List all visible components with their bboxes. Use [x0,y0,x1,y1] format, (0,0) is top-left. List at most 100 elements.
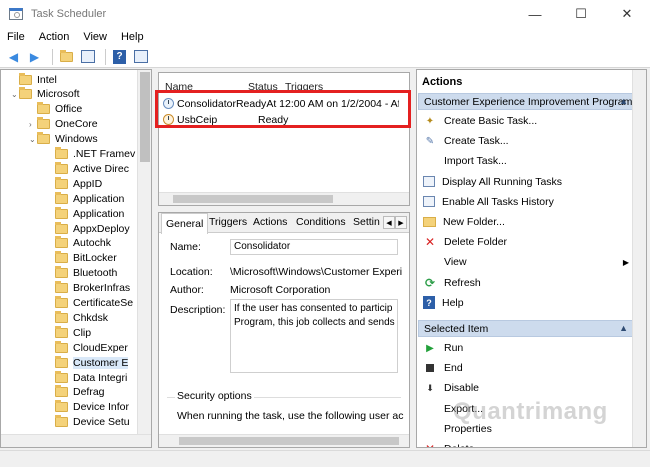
tree-item[interactable]: Chkdsk [47,310,108,325]
details-horizontal-scrollbar[interactable] [159,434,409,447]
collapse-icon[interactable]: ▲ [619,323,628,333]
tree-item-label: AppID [73,177,103,190]
name-field[interactable]: Consolidator [230,239,398,255]
minimize-button[interactable]: — [512,0,558,28]
action-label: Create Basic Task... [444,115,538,127]
tree-item[interactable]: AppxDeploy [47,221,130,236]
tree-item[interactable]: CertificateSe [47,296,133,311]
tab-scroll-right-icon[interactable]: ▶ [395,216,407,229]
tree-item[interactable]: › OneCore [29,117,98,132]
end-icon [426,364,434,373]
tree-item-label: Data Integri [73,371,128,384]
action-create-basic-task[interactable]: ✦ Create Basic Task... [423,113,635,129]
scrollbar-thumb[interactable] [173,195,333,203]
running-tasks-icon [423,176,435,188]
show-hide-action-pane-icon[interactable] [132,49,149,65]
folder-tree[interactable]: Intel ⌄ Microsoft Office › OneCore ⌄ Windows .NE… [0,69,152,448]
action-label: New Folder... [443,216,505,228]
author-value: Microsoft Corporation [230,284,331,296]
folder-icon [55,251,68,264]
tree-item[interactable]: Intel [11,72,57,87]
tree-item[interactable]: Customer E [47,355,129,370]
description-field[interactable]: If the user has consented to particip Pr… [230,299,398,373]
action-disable[interactable]: ⬇ Disable [423,380,635,396]
tree-item[interactable]: .NET Framev [47,147,135,162]
menu-help[interactable]: Help [114,31,151,43]
tree-item[interactable]: AppID [47,176,102,191]
forward-arrow-icon[interactable]: ▶ [26,49,43,65]
tree-item[interactable]: Autochk [47,236,111,251]
menu-action[interactable]: Action [32,31,77,43]
section-header-selected-item[interactable]: Selected Item ▲ [418,320,634,337]
folder-icon [55,340,68,353]
action-delete[interactable]: ✕ Delete [423,441,635,447]
tree-item[interactable]: Application [47,191,124,206]
tab-actions[interactable]: Actions [253,216,287,228]
security-options-text: When running the task, use the following… [177,410,404,422]
collapse-icon[interactable]: ▲ [619,96,628,106]
folder-icon [19,72,32,85]
help-icon: ? [423,296,435,310]
action-view[interactable]: View ▶ [423,254,635,270]
tree-item-label: Application [73,192,125,205]
back-arrow-icon[interactable]: ◀ [5,49,22,65]
action-delete-folder[interactable]: ✕ Delete Folder [423,234,635,250]
tree-item[interactable]: BitLocker [47,251,117,266]
menu-file[interactable]: File [0,31,32,43]
action-enable-all-tasks-history[interactable]: Enable All Tasks History [423,194,635,210]
tree-item[interactable]: Device Infor [47,400,129,415]
tree-item[interactable]: Active Direc [47,161,129,176]
tree-item[interactable]: ⌄ Windows [29,132,98,147]
menu-view[interactable]: View [76,31,114,43]
tree-item[interactable]: Defrag [47,385,105,400]
action-end[interactable]: End [423,360,635,376]
action-import-task[interactable]: Import Task... [423,153,635,169]
close-button[interactable]: ✕ [604,0,650,28]
tree-item[interactable]: ⌄ Microsoft [11,87,80,102]
tree-item[interactable]: BrokerInfras [47,281,130,296]
title-bar: Task Scheduler — ☐ ✕ [0,0,650,28]
tree-vertical-scrollbar[interactable] [137,70,151,447]
tree-item[interactable]: Application [47,206,124,221]
action-help[interactable]: ? Help [423,295,635,311]
folder-icon [55,355,68,368]
import-icon [423,155,437,168]
tree-horizontal-scrollbar[interactable] [1,434,151,447]
action-new-folder[interactable]: New Folder... [423,214,635,230]
tab-conditions[interactable]: Conditions [296,216,346,228]
tree-item[interactable]: Device Setu [47,415,130,430]
section-header-ceip[interactable]: Customer Experience Improvement Program … [418,93,634,110]
tree-item[interactable]: CloudExper [47,340,128,355]
tree-item[interactable]: Data Integri [47,370,127,385]
action-refresh[interactable]: ⟳ Refresh [423,275,635,291]
properties-icon [423,422,437,435]
folder-icon [55,147,68,159]
expand-chevron-icon[interactable]: ⌄ [29,135,37,144]
scrollbar-thumb[interactable] [179,437,399,445]
scrollbar-thumb[interactable] [140,72,150,162]
tab-triggers[interactable]: Triggers [209,216,247,228]
action-create-task[interactable]: ✎ Create Task... [423,133,635,149]
action-display-all-running-tasks[interactable]: Display All Running Tasks [423,174,635,190]
action-run[interactable]: ▶ Run [423,340,635,356]
wand-icon: ✦ [425,115,435,127]
show-hide-tree-icon[interactable] [79,49,96,65]
help-icon[interactable]: ? [111,49,128,65]
actions-vertical-scrollbar[interactable] [632,70,646,447]
tab-scroll-left-icon[interactable]: ◀ [383,216,395,229]
tree-item-label: Clip [73,326,92,339]
expand-chevron-icon[interactable]: › [29,120,37,129]
expand-chevron-icon[interactable]: ⌄ [11,90,19,99]
tree-item[interactable]: Clip [47,325,91,340]
folder-icon [55,221,68,234]
folder-icon [37,102,50,115]
tree-item-label: OneCore [55,118,98,131]
tab-settings[interactable]: Settin [353,216,380,228]
details-tabs: General Triggers Actions Conditions Sett… [159,213,409,234]
tab-general[interactable]: General [161,213,209,234]
maximize-button[interactable]: ☐ [558,0,604,28]
tree-item[interactable]: Bluetooth [47,266,117,281]
task-list-horizontal-scrollbar[interactable] [159,192,409,205]
up-folder-icon[interactable] [58,49,75,65]
tree-item[interactable]: Office [29,102,82,117]
